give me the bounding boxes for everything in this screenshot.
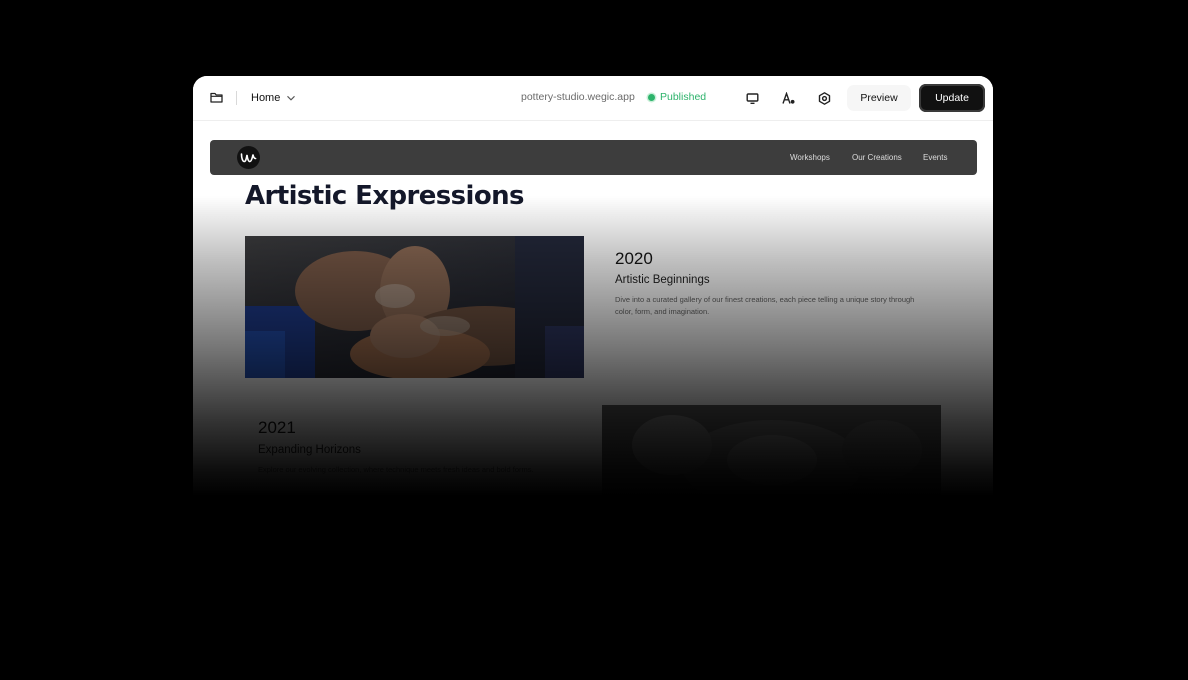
pottery-hands-photo <box>245 236 584 378</box>
wegic-logo-icon <box>240 153 257 163</box>
site-domain[interactable]: pottery-studio.wegic.app <box>521 91 635 103</box>
site-navbar: Workshops Our Creations Events <box>210 140 977 175</box>
milestone-description: Explore our evolving collection, where t… <box>258 465 534 474</box>
nav-link-workshops[interactable]: Workshops <box>790 153 830 162</box>
folder-icon[interactable] <box>210 92 223 103</box>
milestone-year: 2020 <box>615 249 653 268</box>
chevron-down-icon <box>287 95 296 101</box>
nav-link-our-creations[interactable]: Our Creations <box>852 153 902 162</box>
site-canvas: Workshops Our Creations Events Artistic … <box>193 121 993 496</box>
preview-button[interactable]: Preview <box>847 85 911 111</box>
update-button[interactable]: Update <box>919 84 985 112</box>
desktop-icon[interactable] <box>743 89 761 107</box>
publish-status-badge: Published <box>648 91 706 103</box>
page-selector[interactable]: Home <box>251 90 296 106</box>
settings-icon[interactable] <box>815 89 833 107</box>
status-dot <box>648 93 655 101</box>
milestone-title: Expanding Horizons <box>258 444 361 456</box>
nav-link-events[interactable]: Events <box>923 153 947 162</box>
page-selector-label: Home <box>251 92 281 104</box>
site-logo[interactable] <box>237 146 260 169</box>
editor-toolbar: Home pottery-studio.wegic.app Published <box>193 76 993 121</box>
pottery-wheel-photo <box>602 405 941 496</box>
publish-status-label: Published <box>660 91 707 103</box>
editor-window: Home pottery-studio.wegic.app Published <box>193 76 993 496</box>
milestone-year: 2021 <box>258 418 296 437</box>
section-title: Artistic Expressions <box>245 181 524 211</box>
typography-icon[interactable] <box>779 89 797 107</box>
milestone-title: Artistic Beginnings <box>615 274 710 286</box>
toolbar-divider <box>236 91 237 105</box>
milestone-description: Dive into a curated gallery of our fines… <box>615 295 915 316</box>
